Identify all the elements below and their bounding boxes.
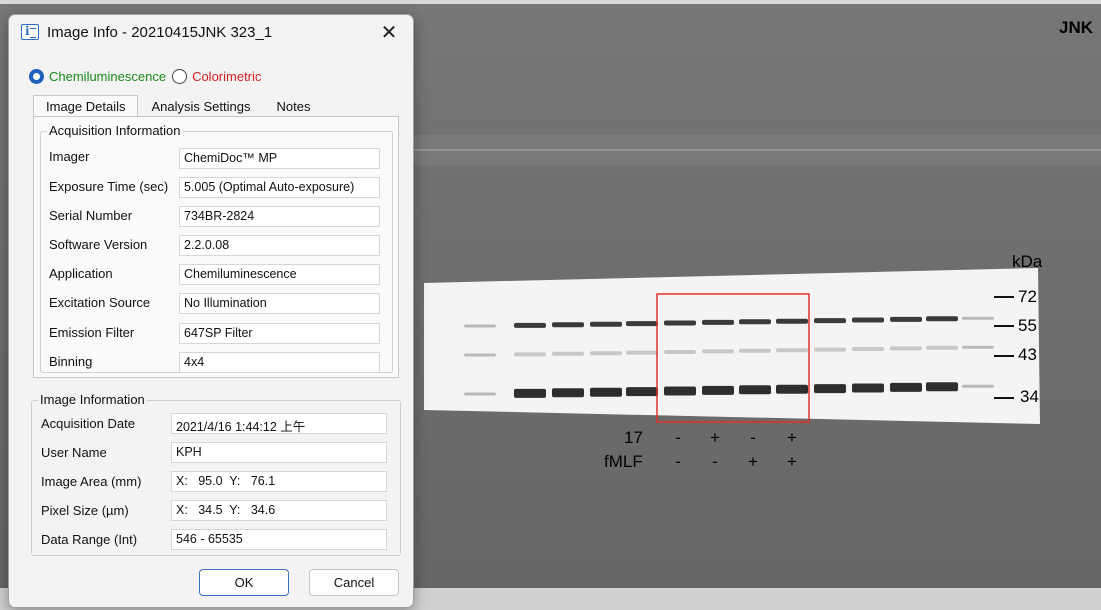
field-label: Acquisition Date xyxy=(41,416,135,431)
info-icon xyxy=(21,24,39,40)
sign-fmlf-lane4: + xyxy=(787,452,797,471)
ok-button[interactable]: OK xyxy=(199,569,289,596)
sign-17-lane2: + xyxy=(710,428,720,447)
field-label: Exposure Time (sec) xyxy=(49,179,169,194)
field-label: Pixel Size (µm) xyxy=(41,503,129,518)
chemiluminescence-radio[interactable] xyxy=(29,68,44,84)
unit-label: kDa xyxy=(1012,252,1043,271)
cancel-button[interactable]: Cancel xyxy=(309,569,399,596)
marker-label-43: 43 xyxy=(1018,345,1037,364)
marker-label-55: 55 xyxy=(1018,316,1037,335)
field-label: Binning xyxy=(49,354,93,369)
imager-field[interactable]: ChemiDoc™ MP xyxy=(179,148,380,169)
colorimetric-label[interactable]: Colorimetric xyxy=(192,69,261,84)
tab-analysis-settings[interactable]: Analysis Settings xyxy=(138,95,263,117)
tab-image-details[interactable]: Image Details xyxy=(33,95,139,117)
tab-bar: Image Details Analysis Settings Notes xyxy=(33,95,323,117)
pixel-size-field[interactable]: X: 34.5 Y: 34.6 xyxy=(171,500,387,521)
binning-field[interactable]: 4x4 xyxy=(179,352,380,373)
data-range-field[interactable]: 546 - 65535 xyxy=(171,529,387,550)
field-label: Image Area (mm) xyxy=(41,474,142,489)
sign-17-lane4: + xyxy=(787,428,797,447)
field-label: Data Range (Int) xyxy=(41,532,138,547)
field-label: Application xyxy=(49,266,113,281)
blot-title: JNK xyxy=(1058,18,1093,37)
image-information-legend: Image Information xyxy=(38,392,147,407)
tab-notes[interactable]: Notes xyxy=(263,95,323,117)
dialog-title: Image Info - 20210415JNK 323_1 xyxy=(47,24,273,41)
chemiluminescence-label[interactable]: Chemiluminescence xyxy=(49,69,166,84)
sign-fmlf-lane1: - xyxy=(675,452,681,471)
acquisition-date-field[interactable]: 2021/4/16 1:44:12 上午 xyxy=(171,413,387,434)
field-label: Emission Filter xyxy=(49,325,135,340)
sign-fmlf-lane3: + xyxy=(748,452,758,471)
software-version-field[interactable]: 2.2.0.08 xyxy=(179,235,380,256)
sign-17-lane3: - xyxy=(750,428,756,447)
sign-fmlf-lane2: - xyxy=(712,452,718,471)
field-label: Imager xyxy=(49,149,90,164)
marker-label-72: 72 xyxy=(1018,287,1037,306)
field-label: Software Version xyxy=(49,237,148,252)
colorimetric-radio[interactable] xyxy=(172,68,188,84)
sign-17-lane1: - xyxy=(675,428,681,447)
image-area-field[interactable]: X: 95.0 Y: 76.1 xyxy=(171,471,387,492)
field-label: Serial Number xyxy=(49,208,133,223)
dialog-titlebar[interactable]: Image Info - 20210415JNK 323_1 ✕ xyxy=(9,15,413,53)
application-field[interactable]: Chemiluminescence xyxy=(179,264,380,285)
field-label: User Name xyxy=(41,445,107,460)
emission-filter-field[interactable]: 647SP Filter xyxy=(179,323,380,344)
excitation-source-field[interactable]: No Illumination xyxy=(179,293,380,314)
row-label-fmlf: fMLF xyxy=(604,452,643,471)
mode-selector: Chemiluminescence Colorimetric xyxy=(29,67,261,85)
acquisition-legend: Acquisition Information xyxy=(47,123,183,138)
field-label: Excitation Source xyxy=(49,295,151,310)
serial-number-field[interactable]: 734BR-2824 xyxy=(179,206,380,227)
image-info-dialog: Image Info - 20210415JNK 323_1 ✕ Chemilu… xyxy=(8,14,414,608)
row-label-17: 17 xyxy=(624,428,643,447)
exposure-time-field[interactable]: 5.005 (Optimal Auto-exposure) xyxy=(179,177,380,198)
user-name-field[interactable]: KPH xyxy=(171,442,387,463)
close-icon[interactable]: ✕ xyxy=(379,20,399,45)
marker-label-34: 34 xyxy=(1020,387,1039,406)
